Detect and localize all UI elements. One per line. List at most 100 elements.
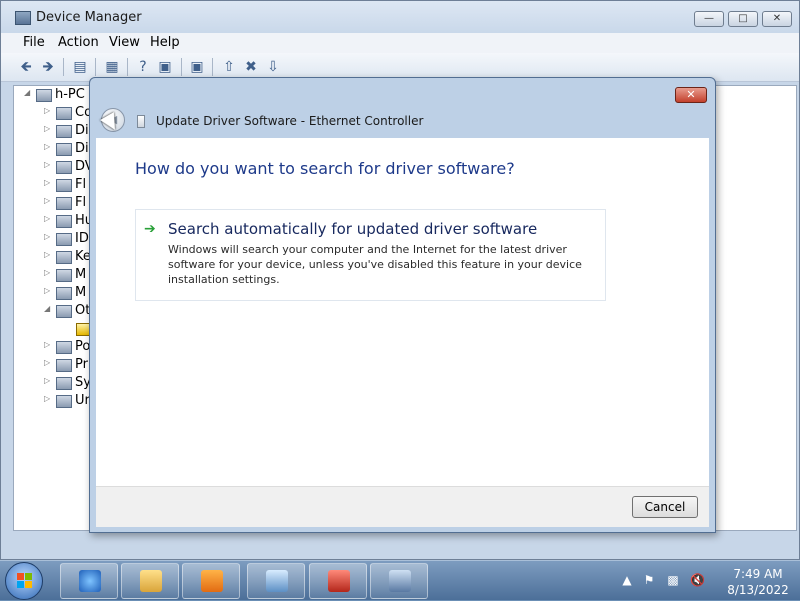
expand-arrow-icon[interactable]: ▷ [44,286,54,295]
update-driver-icon[interactable]: ⇧ [220,58,238,76]
expand-arrow-icon[interactable]: ▷ [44,394,54,403]
expand-arrow-icon[interactable]: ▷ [44,178,54,187]
tree-item-label: Fl [75,195,87,210]
computer-icon [36,89,52,102]
tree-item-label: Fl [75,177,87,192]
floppy-drive-icon [56,197,72,210]
tree-root-label: h-PC [55,87,85,102]
display-adapters-icon [56,143,72,156]
maximize-button[interactable]: □ [728,11,758,27]
toolbar-separator [212,58,213,76]
menu-bar: File Action View Help [1,33,799,53]
ide-controller-icon [56,233,72,246]
show-hidden-icons-icon[interactable]: ▲ [620,573,634,587]
windows-explorer-icon [140,570,162,592]
computer-icon [56,107,72,120]
other-devices-icon [56,305,72,318]
menu-action[interactable]: Action [58,35,99,50]
menu-help[interactable]: Help [150,35,180,50]
toolbar-separator [95,58,96,76]
close-icon: ✕ [686,88,696,101]
dialog-footer: Cancel [96,486,709,527]
dialog-question: How do you want to search for driver sof… [135,159,515,178]
taskbar-media-player[interactable] [182,563,240,599]
cancel-button[interactable]: Cancel [632,496,698,518]
clock-time: 7:49 AM [733,567,783,581]
taskbar-windows-explorer[interactable] [121,563,179,599]
dvd-drive-icon [56,161,72,174]
properties-icon[interactable]: ▦ [103,58,121,76]
driver-icon [137,115,145,128]
search-automatically-option[interactable]: ➔ Search automatically for updated drive… [135,209,606,301]
tree-item-label: Di [75,141,89,156]
uninstall-icon[interactable]: ✖ [242,58,260,76]
toolbox-icon [328,570,350,592]
windows-logo-icon [17,573,33,589]
dialog-close-button[interactable]: ✕ [675,87,707,103]
close-button[interactable]: ✕ [762,11,792,27]
scan-hardware-icon[interactable]: ▣ [188,58,206,76]
back-icon[interactable]: 🡸 [17,58,35,76]
expand-arrow-icon[interactable]: ▷ [44,340,54,349]
show-hide-tree-icon[interactable]: ▤ [71,58,89,76]
start-button[interactable] [5,562,43,600]
tree-item-label: Pr [75,357,88,372]
tree-item-label: M [75,285,87,300]
usb-controller-icon [56,395,72,408]
taskbar-internet-explorer[interactable] [60,563,118,599]
tree-item-label: Ur [75,393,90,408]
ports-icon [56,341,72,354]
maximize-icon: □ [738,13,748,24]
toolbar-separator [63,58,64,76]
disable-icon[interactable]: ⇩ [264,58,282,76]
expand-arrow-icon[interactable]: ▷ [44,124,54,133]
monitor-icon [56,287,72,300]
menu-view[interactable]: View [109,35,140,50]
media-player-icon [201,570,223,592]
taskbar-control-panel[interactable] [247,563,305,599]
taskbar: ▲ ⚑ ▩ 🔇 7:49 AM 8/13/2022 [0,560,800,600]
device-manager-icon [389,570,411,592]
minimize-button[interactable]: — [694,11,724,27]
expand-arrow-icon[interactable]: ▷ [44,268,54,277]
tree-item-label: Di [75,123,89,138]
dialog-title: Update Driver Software - Ethernet Contro… [156,114,424,128]
device-manager-icon [15,11,31,25]
network-icon[interactable]: ▩ [666,573,680,587]
menu-file[interactable]: File [23,35,45,50]
system-tray: ▲ ⚑ ▩ 🔇 7:49 AM 8/13/2022 [616,561,800,601]
floppy-controller-icon [56,179,72,192]
taskbar-device-manager[interactable] [370,563,428,599]
expand-arrow-icon[interactable]: ▷ [44,196,54,205]
tree-item-label: ID [75,231,89,246]
view-icon[interactable]: ▣ [156,58,174,76]
action-center-flag-icon[interactable]: ⚑ [642,573,656,587]
forward-icon[interactable]: 🡺 [39,58,57,76]
toolbar-separator [127,58,128,76]
internet-explorer-icon [79,570,101,592]
collapse-arrow-icon[interactable]: ◢ [44,304,54,313]
expand-arrow-icon[interactable]: ▷ [44,214,54,223]
expand-arrow-icon[interactable]: ▷ [44,160,54,169]
expand-arrow-icon[interactable]: ▷ [44,358,54,367]
toolbar-separator [181,58,182,76]
control-panel-icon [266,570,288,592]
expand-arrow-icon[interactable]: ▷ [44,232,54,241]
close-icon: ✕ [772,13,782,24]
clock[interactable]: 7:49 AM 8/13/2022 [720,566,796,598]
volume-muted-icon[interactable]: 🔇 [690,573,705,587]
mouse-icon [56,269,72,282]
green-arrow-icon: ➔ [144,221,156,237]
taskbar-toolbox[interactable] [309,563,367,599]
collapse-arrow-icon[interactable]: ◢ [24,88,34,97]
hid-icon [56,215,72,228]
help-icon[interactable]: ? [134,58,152,76]
expand-arrow-icon[interactable]: ▷ [44,106,54,115]
dialog-content: How do you want to search for driver sof… [96,138,709,486]
clock-date: 8/13/2022 [727,583,789,597]
expand-arrow-icon[interactable]: ▷ [44,142,54,151]
expand-arrow-icon[interactable]: ▷ [44,376,54,385]
tree-item-label: M [75,267,87,282]
title-bar[interactable]: Device Manager — □ ✕ [1,1,799,33]
expand-arrow-icon[interactable]: ▷ [44,250,54,259]
